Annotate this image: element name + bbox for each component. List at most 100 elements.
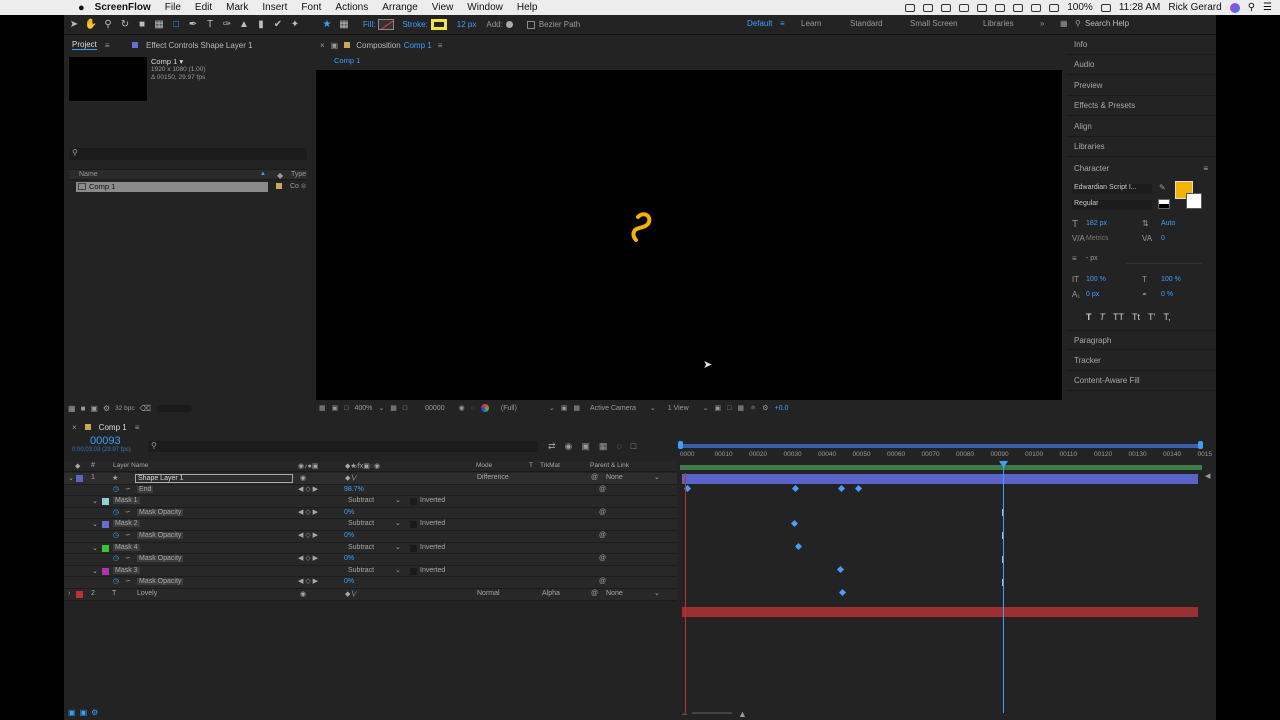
keyframe[interactable] [791, 484, 800, 493]
puppet-tool-icon[interactable]: ✦ [288, 18, 302, 32]
mask-color-swatch[interactable] [102, 567, 109, 575]
keyframe[interactable] [854, 484, 863, 493]
selection-tool-icon[interactable]: ➤ [67, 18, 81, 32]
navigator-end-handle[interactable] [1198, 441, 1203, 449]
lock-icon[interactable]: ▣ [331, 41, 339, 50]
expand-arrow-icon[interactable]: ⌄ [92, 567, 98, 575]
menu-arrange[interactable]: Arrange [382, 2, 418, 13]
airplay-icon[interactable] [1013, 3, 1024, 12]
eraser-tool-icon[interactable]: ▮ [254, 18, 268, 32]
layer-switches-icon[interactable]: ◆★∕fx▣◌◉ [345, 462, 380, 470]
inverted-checkbox[interactable] [410, 544, 417, 552]
timeline-end-icon[interactable]: ◀ [1205, 472, 1210, 480]
type-tool-icon[interactable]: T [203, 18, 217, 32]
frame-blend-icon[interactable]: ▦ [599, 441, 608, 452]
layer-name[interactable]: Shape Layer 1 [135, 474, 293, 483]
layer-name[interactable]: Lovely [135, 590, 159, 597]
character-title[interactable]: Character [1074, 164, 1109, 173]
tsume-value[interactable]: 0 % [1161, 291, 1173, 298]
keyframe[interactable] [790, 519, 799, 527]
sort-arrow-icon[interactable]: ▲ [260, 171, 266, 177]
mask-name[interactable]: Mask 3 [113, 566, 140, 574]
panel-menu-icon[interactable]: ≡ [105, 41, 110, 50]
panel-menu-icon[interactable]: ≡ [135, 423, 140, 432]
stopwatch-icon[interactable]: ◷ [113, 508, 119, 516]
all-caps-button[interactable]: TT [1113, 312, 1124, 322]
blend-mode-dropdown[interactable]: Normal [477, 590, 500, 597]
layer-row[interactable]: › 2 T Lovely ◉ ◆∖∕ Normal Alpha @ None ⌄ [64, 589, 677, 601]
mask-mode-dropdown[interactable]: Subtract [348, 497, 374, 504]
graph-icon[interactable]: ∽ [125, 531, 131, 539]
stopwatch-icon[interactable]: ◷ [113, 531, 119, 539]
rotate-tool-icon[interactable]: ↻ [118, 18, 132, 32]
audio-panel-tab[interactable]: Audio [1066, 55, 1216, 75]
swatch-black-white-icon[interactable] [1158, 199, 1170, 209]
baseline-shift-value[interactable]: 0 px [1086, 291, 1099, 298]
horizontal-scale-value[interactable]: 100 % [1161, 276, 1181, 283]
snapshot-icon[interactable]: ◉ [459, 404, 465, 412]
search-help-input[interactable]: Search Help [1085, 19, 1129, 28]
menu-help[interactable]: Help [517, 2, 538, 13]
workspace-small-screen[interactable]: Small Screen [910, 19, 958, 28]
font-style-dropdown[interactable]: Regular [1072, 200, 1152, 210]
workspace-learn[interactable]: Learn [801, 19, 821, 28]
pan-behind-tool-icon[interactable]: ▦ [152, 18, 166, 32]
inverted-checkbox[interactable] [410, 567, 417, 575]
add-dropdown[interactable] [505, 21, 513, 28]
graph-icon[interactable]: ∽ [125, 577, 131, 585]
wifi-icon[interactable] [1049, 3, 1060, 12]
menu-mark[interactable]: Mark [226, 2, 248, 13]
layer-switches[interactable]: ◆∖∕ [345, 590, 356, 598]
expand-arrow-icon[interactable]: ⌄ [92, 497, 98, 505]
camera-icon[interactable] [941, 3, 952, 12]
keyframe[interactable] [837, 484, 846, 493]
graph-icon[interactable]: ∽ [125, 554, 131, 562]
timeline-zoom-out-icon[interactable]: − [682, 709, 687, 719]
libraries-panel-tab[interactable]: Libraries [1066, 137, 1216, 157]
bpc-value[interactable]: 32 bpc [115, 405, 135, 412]
close-tab-icon[interactable]: × [72, 423, 77, 432]
label-column-icon[interactable]: ◆ [277, 171, 283, 180]
roto-brush-tool-icon[interactable]: ✔ [271, 18, 285, 32]
rectangle-tool-icon[interactable]: □ [169, 18, 183, 32]
keyframe[interactable] [794, 542, 803, 551]
property-value[interactable]: 98.7% [344, 486, 364, 493]
mode-column[interactable]: Mode [476, 462, 492, 469]
pen-tool-icon[interactable]: ✒ [186, 18, 200, 32]
label-column-icon[interactable]: ◆ [75, 462, 80, 470]
exposure-reset-icon[interactable]: ⚙ [762, 404, 768, 412]
camera-dropdown[interactable]: Active Camera [590, 405, 636, 412]
panel-menu-icon[interactable]: ≡ [438, 41, 443, 50]
time-navigator[interactable] [680, 444, 1202, 448]
display-icon[interactable] [959, 3, 970, 12]
trash-icon[interactable]: ⌫ [140, 404, 151, 413]
stroke-style-dropdown[interactable] [1126, 254, 1202, 264]
panel-menu-icon[interactable]: ≡ [1203, 164, 1208, 173]
expand-modes-icon[interactable]: ▣ [80, 708, 88, 717]
clone-stamp-tool-icon[interactable]: ▲ [237, 18, 251, 32]
comp-item-label[interactable] [276, 183, 282, 189]
parent-pickwhip-icon[interactable]: @ [591, 474, 598, 481]
info-panel-tab[interactable]: Info [1066, 35, 1216, 55]
app-name[interactable]: ScreenFlow [95, 2, 151, 13]
paragraph-panel-tab[interactable]: Paragraph [1066, 330, 1216, 350]
comp-flowchart-icon[interactable]: ⇄ [548, 441, 556, 452]
property-row[interactable]: ⌄ Mask 3 Subtract ⌄ Inverted [64, 565, 677, 578]
work-area-bar[interactable] [680, 465, 1202, 470]
screen-icon[interactable] [905, 3, 916, 12]
property-row[interactable]: ◷ ∽ Mask Opacity ◀ ◇ ▶ 0% @ [64, 507, 677, 520]
mask-mode-dropdown[interactable]: Subtract [348, 567, 374, 574]
visibility-eye-icon[interactable]: ◉ [300, 590, 306, 598]
color-channel-icon[interactable] [480, 404, 489, 412]
mask-color-swatch[interactable] [102, 521, 109, 529]
menu-view[interactable]: View [432, 2, 454, 13]
stopwatch-icon[interactable]: ◷ [113, 554, 119, 562]
layer-name-column[interactable]: Layer Name [113, 462, 148, 469]
timeline-zoom-slider[interactable] [692, 712, 732, 714]
close-tab-icon[interactable]: × [320, 41, 325, 50]
project-tab[interactable]: Project ≡ [72, 39, 110, 51]
trkmat-column[interactable]: TrkMat [540, 462, 560, 469]
sync-icon[interactable]: ▦ [1060, 19, 1068, 28]
property-value[interactable]: 0% [344, 555, 354, 562]
content-aware-fill-panel-tab[interactable]: Content-Aware Fill [1066, 371, 1216, 391]
